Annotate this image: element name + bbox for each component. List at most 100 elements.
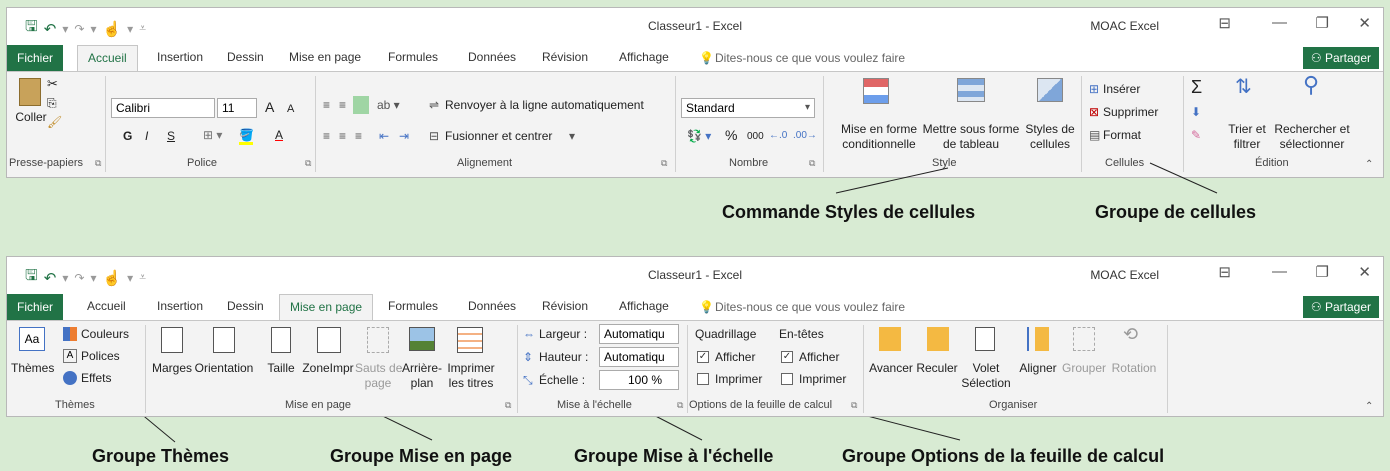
rotate-icon: ⟲ xyxy=(1123,324,1139,344)
headings-heading: En-têtes xyxy=(779,327,824,341)
width-select[interactable]: Automatiqu xyxy=(599,324,679,344)
selection-pane-icon xyxy=(975,327,995,351)
orientation-button[interactable]: Orientation xyxy=(191,361,257,375)
height-select[interactable]: Automatiqu xyxy=(599,347,679,367)
bring-forward-icon xyxy=(879,327,901,351)
ribbon-mise-en-page: Aa Thèmes Couleurs A Polices Effets Thèm… xyxy=(7,320,1383,416)
scale-label: Échelle : xyxy=(539,373,586,387)
tab-dessin[interactable]: Dessin xyxy=(217,294,274,320)
headings-print-checkbox[interactable] xyxy=(781,373,793,385)
close-icon[interactable]: ✕ xyxy=(1358,263,1371,281)
separator xyxy=(517,325,518,413)
width-icon: ⇔ xyxy=(523,327,535,341)
gridlines-print-checkbox[interactable] xyxy=(697,373,709,385)
page-setup-launcher-icon[interactable]: ⧉ xyxy=(505,400,511,411)
selection-pane-label: Sélection xyxy=(961,376,1011,390)
headings-print-label: Imprimer xyxy=(799,372,847,386)
send-backward-icon xyxy=(927,327,949,351)
scale-spinner[interactable]: 100 % xyxy=(599,370,679,390)
callout-cells-group: Groupe de cellules xyxy=(1095,202,1257,222)
scale-icon: ⤡ xyxy=(523,373,533,387)
tab-mise-en-page[interactable]: Mise en page xyxy=(279,294,374,321)
tab-formules[interactable]: Formules xyxy=(378,294,448,320)
ribbon-display-icon[interactable]: ⊟ xyxy=(1218,263,1231,281)
group-icon xyxy=(1073,327,1095,351)
print-titles-icon xyxy=(457,327,483,353)
callout-cell-styles: Commande Styles de cellules xyxy=(722,202,976,222)
callout-page-setup-group: Groupe Mise en page xyxy=(330,446,513,466)
height-icon: ⇕ xyxy=(523,350,534,364)
separator xyxy=(145,325,146,413)
background-label: plan xyxy=(410,376,434,390)
tab-accueil[interactable]: Accueil xyxy=(77,294,136,320)
group-label-page-setup: Mise en page xyxy=(285,399,352,411)
tab-insertion[interactable]: Insertion xyxy=(147,294,213,320)
scale-launcher-icon[interactable]: ⧉ xyxy=(677,400,683,411)
breaks-icon xyxy=(367,327,389,353)
share-button[interactable]: ⚇ Partager xyxy=(1302,296,1379,318)
background-icon xyxy=(409,327,435,351)
collapse-ribbon-icon[interactable]: ⌃ xyxy=(1365,400,1373,414)
background-button[interactable]: Arrière- xyxy=(399,361,445,375)
separator xyxy=(1167,325,1168,413)
sheet-options-launcher-icon[interactable]: ⧉ xyxy=(851,400,857,411)
height-label: Hauteur : xyxy=(539,350,589,364)
colors-button[interactable]: Couleurs xyxy=(81,327,129,341)
colors-icon xyxy=(63,327,77,341)
tell-me-search[interactable]: Dites-nous ce que vous voulez faire xyxy=(715,300,905,314)
gridlines-view-label: Afficher xyxy=(715,350,756,364)
group-label-arrange: Organiser xyxy=(989,399,1038,411)
tab-revision[interactable]: Révision xyxy=(532,294,598,320)
tab-donnees[interactable]: Données xyxy=(458,294,526,320)
minimize-icon[interactable]: — xyxy=(1272,263,1287,280)
selection-pane-button[interactable]: Volet xyxy=(957,361,1015,375)
size-button[interactable]: Taille xyxy=(261,361,301,375)
callout-line-cells-group xyxy=(1149,162,1218,194)
tab-fichier[interactable]: Fichier xyxy=(7,294,64,320)
headings-view-checkbox[interactable]: ✓ xyxy=(781,351,793,363)
effects-button[interactable]: Effets xyxy=(81,371,111,385)
gridlines-print-label: Imprimer xyxy=(715,372,763,386)
callout-scale-group: Groupe Mise à l'échelle xyxy=(574,446,774,466)
gridlines-heading: Quadrillage xyxy=(695,327,757,341)
person-icon: ⚇ xyxy=(1310,300,1325,314)
orientation-icon xyxy=(213,327,235,353)
breaks-button[interactable]: Sauts de xyxy=(355,361,402,375)
headings-view-label: Afficher xyxy=(799,350,840,364)
print-titles-label: les titres xyxy=(448,376,494,390)
fonts-icon: A xyxy=(63,349,77,363)
rotate-button[interactable]: Rotation xyxy=(1107,361,1161,375)
effects-icon xyxy=(63,371,77,385)
tab-affichage[interactable]: Affichage xyxy=(609,294,679,320)
user-name[interactable]: MOAC Excel xyxy=(1090,268,1159,282)
window-title: Classeur1 - Excel xyxy=(647,268,743,282)
print-area-icon xyxy=(317,327,341,353)
align-button[interactable]: Aligner xyxy=(1013,361,1063,375)
send-backward-button[interactable]: Reculer xyxy=(913,361,961,375)
excel-window-page-layout: 🖫 ↶ ▾ ↷ ▾ ☝ ▾ ⩡ Classeur1 - Excel MOAC Exce… xyxy=(6,256,1384,417)
themes-button[interactable]: Thèmes xyxy=(11,361,54,375)
group-button[interactable]: Grouper xyxy=(1059,361,1109,375)
margins-icon xyxy=(161,327,183,353)
breaks-label: page xyxy=(364,376,392,390)
ribbon-tabs: Fichier Accueil Insertion Dessin Mise en… xyxy=(7,294,1383,321)
separator xyxy=(863,325,864,413)
themes-icon: Aa xyxy=(19,327,45,351)
bring-forward-button[interactable]: Avancer xyxy=(867,361,915,375)
print-titles-button[interactable]: Imprimer xyxy=(443,361,499,375)
margins-button[interactable]: Marges xyxy=(151,361,193,375)
width-label: Largeur : xyxy=(539,327,588,341)
print-area-button[interactable]: ZoneImpr xyxy=(301,361,355,375)
align-icon xyxy=(1027,327,1049,351)
separator xyxy=(687,325,688,413)
fonts-button[interactable]: Polices xyxy=(81,349,120,363)
callout-themes-group: Groupe Thèmes xyxy=(92,446,230,466)
group-label-scale: Mise à l'échelle xyxy=(557,399,632,411)
callout-sheet-options-group: Groupe Options de la feuille de calcul xyxy=(842,446,1165,466)
gridlines-view-checkbox[interactable]: ✓ xyxy=(697,351,709,363)
group-label-sheet-options: Options de la feuille de calcul xyxy=(689,399,833,411)
group-label-themes: Thèmes xyxy=(55,399,95,411)
size-icon xyxy=(271,327,291,353)
lightbulb-icon: 💡 xyxy=(699,300,714,314)
restore-icon[interactable]: ❐ xyxy=(1316,263,1329,281)
